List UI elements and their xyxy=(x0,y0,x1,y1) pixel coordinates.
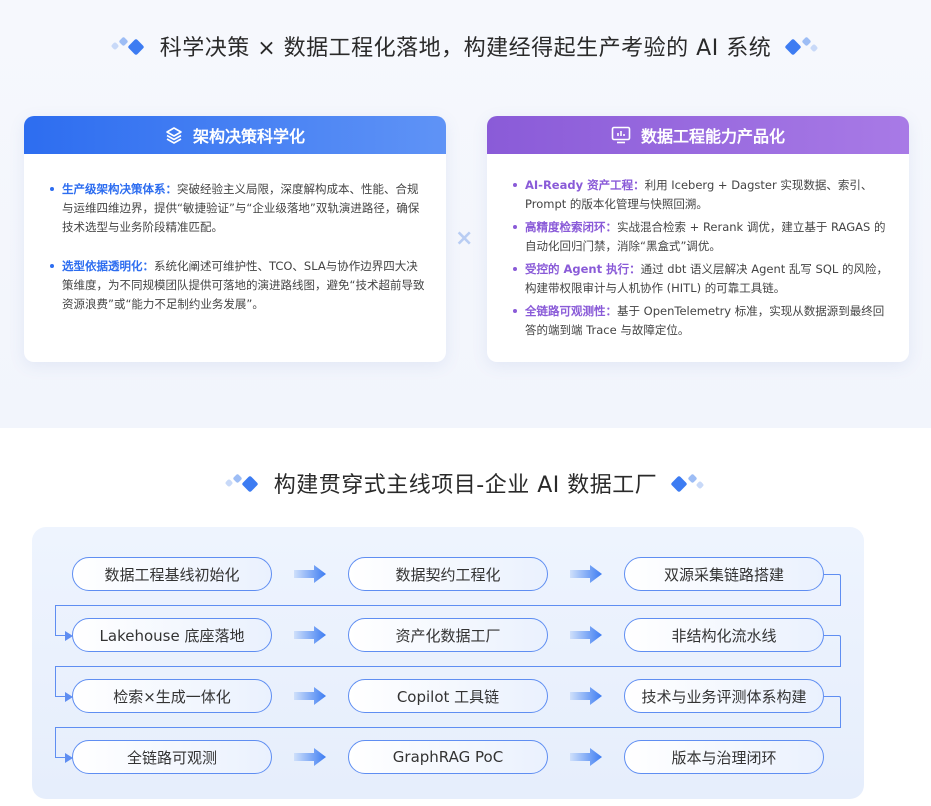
card-title: 架构决策科学化 xyxy=(192,127,305,146)
connector-line xyxy=(55,604,841,606)
flow-step: 双源采集链路搭建 xyxy=(624,557,824,591)
bottom-heading-text: 构建贯穿式主线项目-企业 AI 数据工厂 xyxy=(273,473,658,498)
flow-step: GraphRAG PoC xyxy=(348,740,548,774)
list-item: 选型依据透明化：系统化阐述可维护性、TCO、SLA与协作边界四大决策维度，为不同… xyxy=(50,257,426,314)
architecture-decision-card: 架构决策科学化 生产级架构决策体系：突破经验主义局限，深度解构成本、性能、合规与… xyxy=(24,116,446,362)
arrow-right-icon xyxy=(294,687,326,705)
card-header: 架构决策科学化 xyxy=(24,116,446,154)
list-item: 受控的 Agent 执行：通过 dbt 语义层解决 Agent 乱写 SQL 的… xyxy=(513,260,889,298)
arrow-right-icon xyxy=(294,748,326,766)
flow-step: 技术与业务评测体系构建 xyxy=(624,679,824,713)
flow-step: 资产化数据工厂 xyxy=(348,618,548,652)
flow-step: 数据契约工程化 xyxy=(348,557,548,591)
connector-line xyxy=(824,696,841,728)
card-header: 数据工程能力产品化 xyxy=(487,116,909,154)
card-title: 数据工程能力产品化 xyxy=(640,127,785,146)
connector-line xyxy=(824,574,841,606)
flow-step: Copilot 工具链 xyxy=(348,679,548,713)
diamond-decoration-icon xyxy=(670,472,707,494)
list-item: 全链路可观测性：基于 OpenTelemetry 标准，实现从数据源到最终回答的… xyxy=(513,302,889,340)
flow-step: 全链路可观测 xyxy=(72,740,272,774)
list-item: AI-Ready 资产工程：利用 Iceberg + Dagster 实现数据、… xyxy=(513,176,889,214)
cross-icon: × xyxy=(455,226,474,251)
arrow-right-icon xyxy=(294,565,326,583)
flow-step: 非结构化流水线 xyxy=(624,618,824,652)
arrow-right-icon xyxy=(570,565,602,583)
flow-step: Lakehouse 底座落地 xyxy=(72,618,272,652)
top-heading: 科学决策 × 数据工程化落地，构建经得起生产考验的 AI 系统 xyxy=(0,30,931,62)
flow-step: 数据工程基线初始化 xyxy=(72,557,272,591)
arrow-right-icon xyxy=(294,626,326,644)
flow-step: 检索×生成一体化 xyxy=(72,679,272,713)
diamond-decoration-icon xyxy=(110,35,146,57)
arrow-right-icon xyxy=(570,626,602,644)
list-item: 生产级架构决策体系：突破经验主义局限，深度解构成本、性能、合规与运维四维边界，提… xyxy=(50,180,426,237)
arrow-right-icon xyxy=(570,687,602,705)
connector-line xyxy=(55,726,841,728)
diamond-decoration-icon xyxy=(224,472,260,494)
monitor-chart-icon xyxy=(611,126,631,144)
connector-line xyxy=(55,665,841,667)
bottom-heading: 构建贯穿式主线项目-企业 AI 数据工厂 xyxy=(0,467,931,499)
layers-icon xyxy=(166,127,182,144)
connector-line xyxy=(824,635,841,667)
top-heading-text: 科学决策 × 数据工程化落地，构建经得起生产考验的 AI 系统 xyxy=(159,36,772,61)
data-engineering-card: 数据工程能力产品化 AI-Ready 资产工程：利用 Iceberg + Dag… xyxy=(487,116,909,362)
list-item: 高精度检索闭环：实战混合检索 + Rerank 调优，建立基于 RAGAS 的自… xyxy=(513,218,889,256)
arrow-right-icon xyxy=(570,748,602,766)
flow-step: 版本与治理闭环 xyxy=(624,740,824,774)
diamond-decoration-icon xyxy=(784,35,821,57)
